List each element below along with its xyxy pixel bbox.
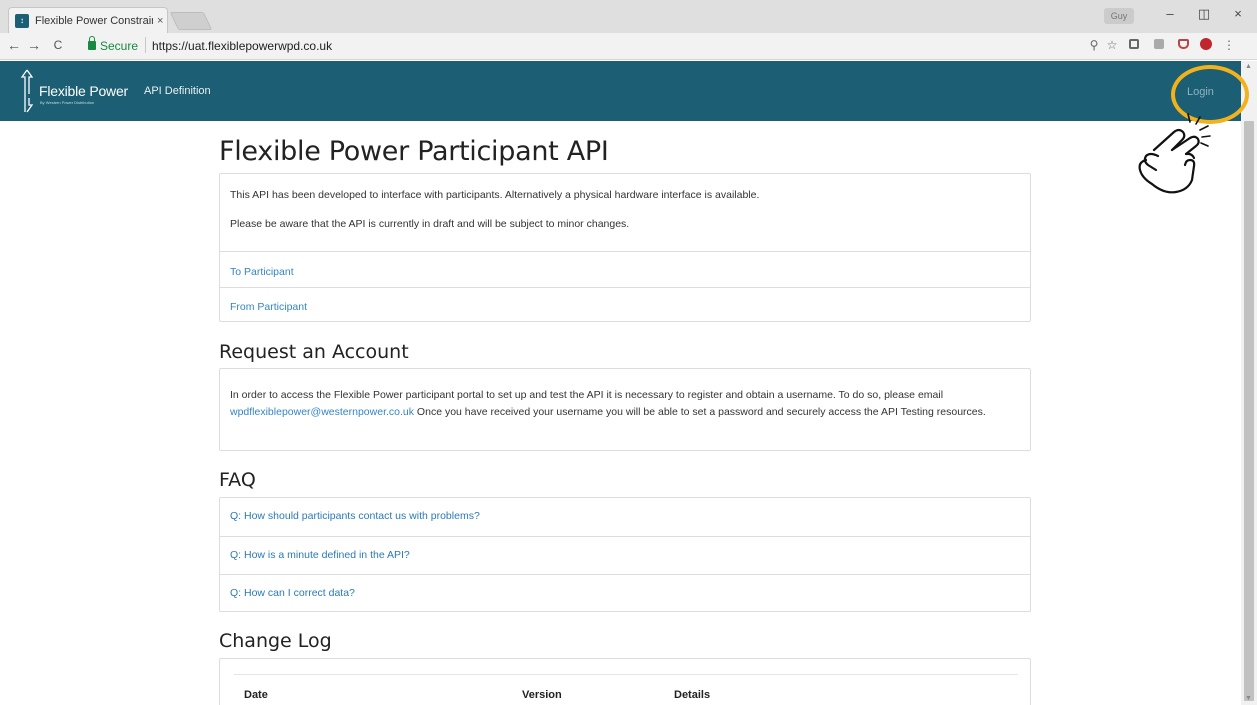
- secure-label: Secure: [100, 39, 139, 53]
- logo-arrows-icon: [20, 69, 34, 113]
- list-item: From Participant: [220, 287, 1030, 322]
- zoom-icon[interactable]: ⚲: [1087, 38, 1101, 52]
- url-input[interactable]: https://uat.flexiblepowerwpd.co.uk: [152, 39, 332, 53]
- minimize-button[interactable]: –: [1160, 6, 1180, 21]
- close-window-button[interactable]: ×: [1228, 6, 1248, 21]
- browser-tabstrip: ↕ Flexible Power Constrain × Guy – ◫ ×: [0, 0, 1257, 33]
- pocket-icon[interactable]: [1176, 38, 1190, 52]
- intro-body: This API has been developed to interface…: [220, 174, 1030, 250]
- to-participant-link[interactable]: To Participant: [230, 266, 294, 278]
- email-link[interactable]: wpdflexiblepower@westernpower.co.uk: [230, 406, 414, 418]
- forward-button[interactable]: →: [26, 37, 42, 53]
- faq-item[interactable]: Q: How can I correct data?: [220, 574, 1030, 612]
- faq-question[interactable]: Q: How can I correct data?: [230, 587, 355, 599]
- account-text-before: In order to access the Flexible Power pa…: [230, 389, 944, 401]
- hand-pointer-icon: [1138, 113, 1211, 194]
- scroll-thumb[interactable]: [1244, 121, 1254, 701]
- profile-badge[interactable]: Guy: [1104, 8, 1134, 24]
- intro-line-2: Please be aware that the API is currentl…: [230, 218, 630, 230]
- from-participant-link[interactable]: From Participant: [230, 301, 307, 313]
- star-icon[interactable]: ☆: [1105, 38, 1119, 52]
- list-item: To Participant: [220, 251, 1030, 287]
- faq-question[interactable]: Q: How is a minute defined in the API?: [230, 549, 410, 561]
- page-title: Flexible Power Participant API: [219, 136, 609, 167]
- changelog-table-header: Date Version Details: [234, 674, 1018, 705]
- brand-logo[interactable]: Flexible Power By Western Power Distribu…: [18, 67, 128, 115]
- intro-line-1: This API has been developed to interface…: [230, 189, 760, 201]
- adblock-icon[interactable]: [1199, 38, 1213, 52]
- scroll-down-icon[interactable]: ▼: [1245, 695, 1252, 702]
- tab-close-icon[interactable]: ×: [157, 15, 163, 27]
- site-header: Flexible Power By Western Power Distribu…: [0, 61, 1257, 121]
- lock-icon: [88, 36, 96, 50]
- tab-title: Flexible Power Constrain: [35, 14, 153, 27]
- account-text: In order to access the Flexible Power pa…: [230, 387, 1025, 421]
- changelog-heading: Change Log: [219, 630, 332, 652]
- faq-panel: Q: How should participants contact us wi…: [219, 497, 1031, 612]
- extension-icon[interactable]: [1127, 38, 1141, 52]
- extension-icon[interactable]: [1152, 38, 1166, 52]
- account-panel: In order to access the Flexible Power pa…: [219, 368, 1031, 451]
- account-text-after: Once you have received your username you…: [414, 406, 986, 418]
- faq-item[interactable]: Q: How should participants contact us wi…: [220, 498, 1030, 536]
- faq-question[interactable]: Q: How should participants contact us wi…: [230, 510, 480, 522]
- menu-icon[interactable]: ⋮: [1222, 38, 1236, 52]
- nav-api-definition[interactable]: API Definition: [144, 85, 211, 97]
- scroll-up-icon[interactable]: ▲: [1245, 63, 1252, 70]
- page-scrollbar[interactable]: ▲ ▼: [1241, 61, 1257, 705]
- column-header-date: Date: [244, 689, 268, 701]
- intro-panel: This API has been developed to interface…: [219, 173, 1031, 322]
- new-tab-button[interactable]: [169, 12, 213, 30]
- favicon-icon: ↕: [15, 13, 29, 28]
- reload-button[interactable]: C: [50, 38, 66, 52]
- column-header-version: Version: [522, 689, 562, 701]
- address-bar-row: ← → C Secure https://uat.flexiblepowerwp…: [0, 33, 1257, 60]
- browser-tab[interactable]: ↕ Flexible Power Constrain ×: [8, 7, 168, 33]
- faq-heading: FAQ: [219, 469, 256, 491]
- account-heading: Request an Account: [219, 341, 409, 363]
- changelog-panel: Date Version Details: [219, 658, 1031, 705]
- brand-name: Flexible Power: [39, 83, 129, 99]
- faq-item[interactable]: Q: How is a minute defined in the API?: [220, 536, 1030, 574]
- url-divider: [145, 37, 146, 53]
- restore-button[interactable]: ◫: [1194, 6, 1214, 22]
- column-header-details: Details: [674, 689, 711, 701]
- brand-subtitle: By Western Power Distribution: [40, 100, 95, 105]
- back-button[interactable]: ←: [6, 37, 22, 53]
